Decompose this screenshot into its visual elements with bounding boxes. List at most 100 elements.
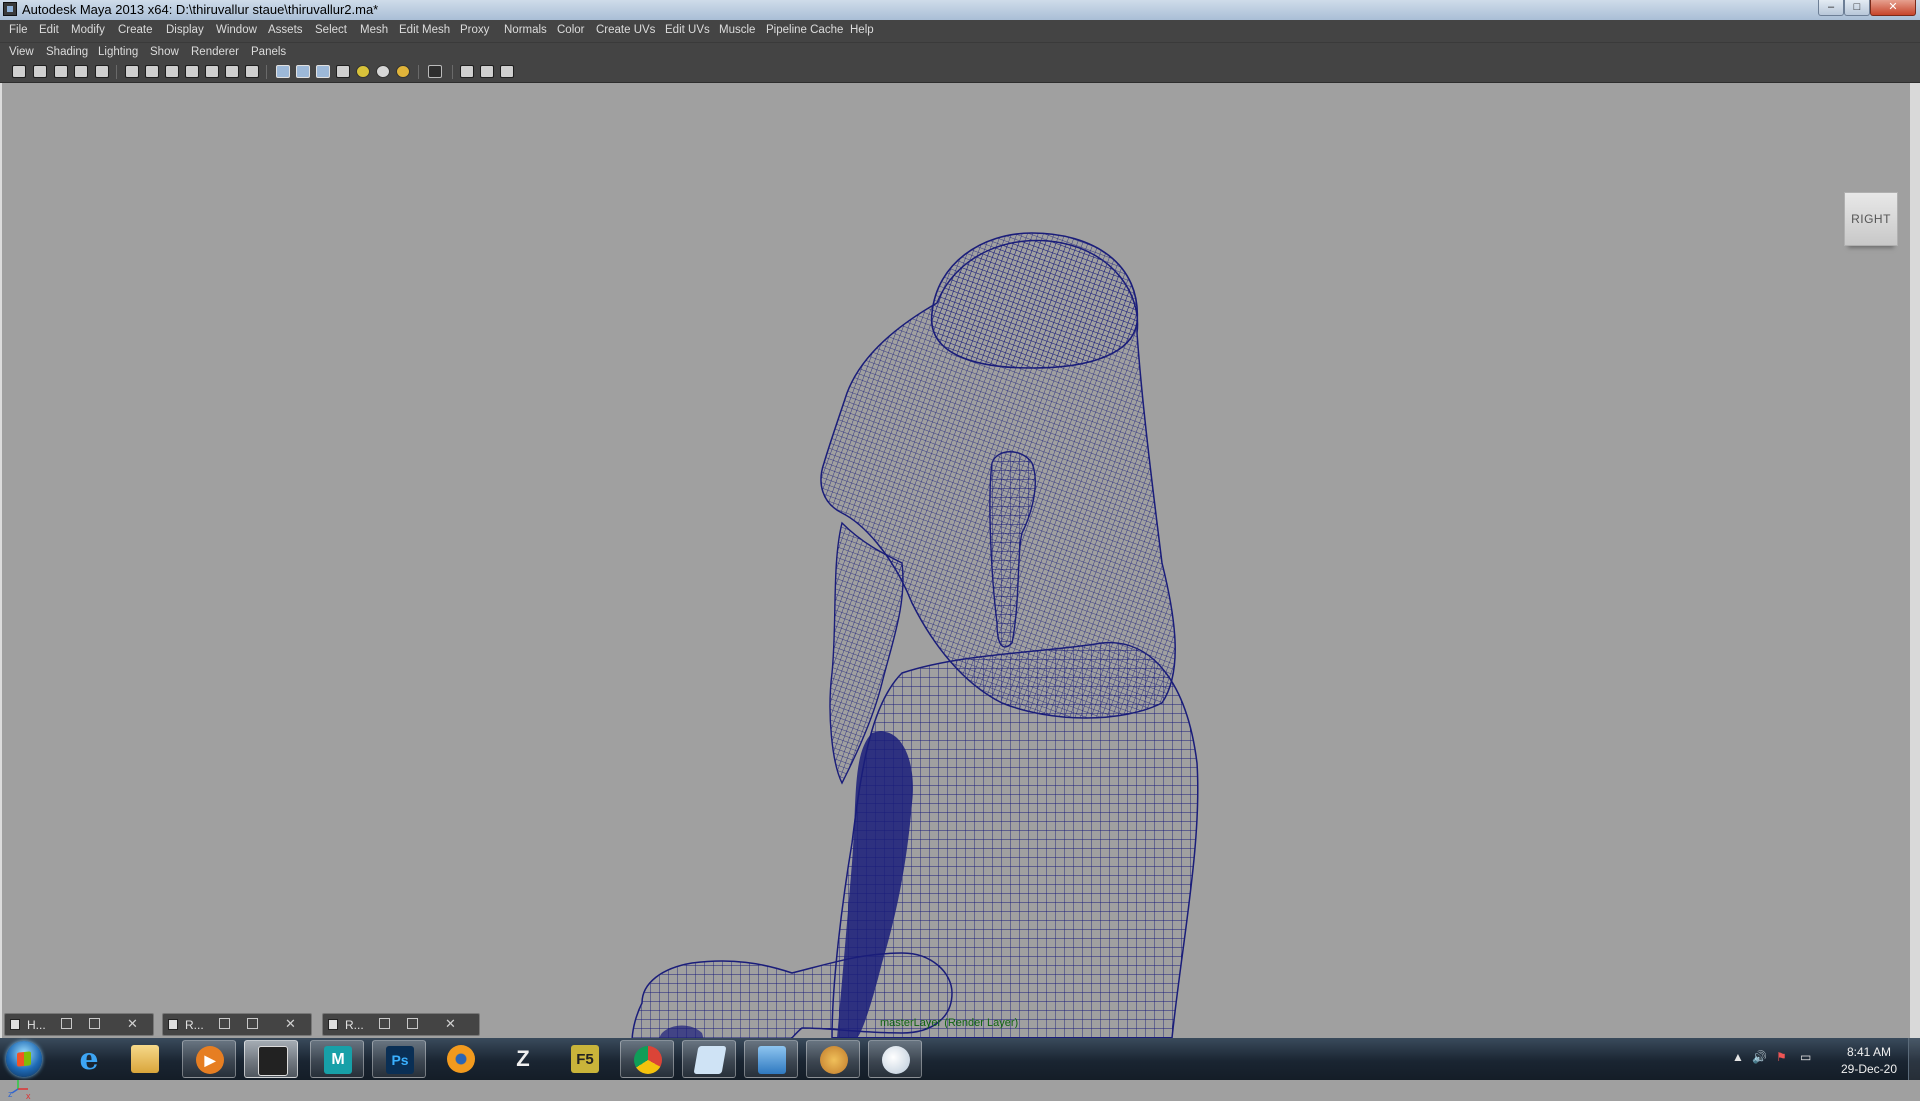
menu-create-uvs[interactable]: Create UVs <box>596 24 655 36</box>
shadows-icon[interactable] <box>396 65 410 78</box>
close-icon[interactable]: ✕ <box>445 1016 456 1032</box>
two-d-pan-zoom-icon[interactable] <box>95 65 109 78</box>
menu-edit[interactable]: Edit <box>39 24 59 36</box>
field-chart-icon[interactable] <box>205 65 219 78</box>
menu-select[interactable]: Select <box>315 24 347 36</box>
bookmark-icon[interactable] <box>54 65 68 78</box>
panel-menu-renderer[interactable]: Renderer <box>191 46 239 58</box>
show-hidden-icons[interactable]: ▲ <box>1732 1050 1744 1064</box>
internet-explorer-icon: e <box>79 1041 99 1077</box>
image-plane-icon[interactable] <box>74 65 88 78</box>
taskbar-photoshop[interactable]: Ps <box>372 1040 426 1078</box>
taskbar-file-explorer[interactable] <box>118 1040 172 1078</box>
panel-menubar: View Shading Lighting Show Renderer Pane… <box>0 42 1920 63</box>
high-quality-icon[interactable] <box>480 65 494 78</box>
isolate-select-icon[interactable] <box>460 65 474 78</box>
clock-date[interactable]: 29-Dec-20 <box>1834 1062 1904 1076</box>
close-icon[interactable]: ✕ <box>127 1016 138 1032</box>
maya-app-icon[interactable] <box>3 2 17 16</box>
close-button[interactable]: ✕ <box>1870 0 1916 16</box>
panel-menu-lighting[interactable]: Lighting <box>98 46 138 58</box>
taskbar-paint[interactable] <box>806 1040 860 1078</box>
panel-menu-view[interactable]: View <box>9 46 34 58</box>
window-icon <box>168 1019 178 1030</box>
share-icon[interactable] <box>500 65 514 78</box>
menu-color[interactable]: Color <box>557 24 584 36</box>
close-icon[interactable]: ✕ <box>285 1016 296 1032</box>
paint-icon <box>820 1046 848 1074</box>
maximize-icon[interactable] <box>407 1018 418 1029</box>
taskbar-maya[interactable]: M <box>310 1040 364 1078</box>
taskbar: e ▶ M Ps Z F5 ▲ 🔊 ⚑ ▭ <box>0 1038 1920 1080</box>
maximize-button[interactable]: □ <box>1844 0 1870 16</box>
minimize-button[interactable]: – <box>1818 0 1844 16</box>
maximize-icon[interactable] <box>247 1018 258 1029</box>
taskbar-zbrush[interactable]: Z <box>496 1040 550 1078</box>
menu-file[interactable]: File <box>9 24 28 36</box>
taskbar-f5[interactable]: F5 <box>558 1040 612 1078</box>
menu-modify[interactable]: Modify <box>71 24 105 36</box>
main-menubar: File Edit Modify Create Display Window A… <box>0 20 1920 42</box>
show-desktop-button[interactable] <box>1908 1038 1920 1080</box>
menu-muscle[interactable]: Muscle <box>719 24 755 36</box>
safe-action-icon[interactable] <box>225 65 239 78</box>
photo-viewer-icon <box>758 1046 786 1074</box>
restore-icon[interactable] <box>219 1018 230 1029</box>
menu-assets[interactable]: Assets <box>268 24 303 36</box>
grid-icon[interactable] <box>125 65 139 78</box>
restore-icon[interactable] <box>61 1018 72 1029</box>
menu-mesh[interactable]: Mesh <box>360 24 388 36</box>
maximize-icon[interactable] <box>89 1018 100 1029</box>
menu-edit-mesh[interactable]: Edit Mesh <box>399 24 450 36</box>
network-icon[interactable]: ▭ <box>1800 1050 1811 1064</box>
minimized-window[interactable]: H... ✕ <box>4 1013 154 1036</box>
minimized-window[interactable]: R... ✕ <box>162 1013 312 1036</box>
taskbar-chrome[interactable] <box>620 1040 674 1078</box>
taskbar-photo-viewer[interactable] <box>744 1040 798 1078</box>
xray-icon[interactable] <box>428 65 442 78</box>
smooth-shade-icon[interactable] <box>296 65 310 78</box>
taskbar-paint-brush[interactable] <box>868 1040 922 1078</box>
restore-icon[interactable] <box>379 1018 390 1029</box>
all-lights-icon[interactable] <box>376 65 390 78</box>
taskbar-notepad[interactable] <box>682 1040 736 1078</box>
menu-normals[interactable]: Normals <box>504 24 547 36</box>
zbrush-icon: Z <box>516 1046 530 1071</box>
menu-pipeline-cache[interactable]: Pipeline Cache <box>766 24 843 36</box>
wireframe-icon[interactable] <box>276 65 290 78</box>
viewport-right-border <box>1910 83 1920 1038</box>
axis-x-label: x <box>26 1091 31 1101</box>
film-gate-icon[interactable] <box>145 65 159 78</box>
menu-edit-uvs[interactable]: Edit UVs <box>665 24 710 36</box>
menu-create[interactable]: Create <box>118 24 153 36</box>
media-player-icon: ▶ <box>196 1046 224 1074</box>
menu-help[interactable]: Help <box>850 24 874 36</box>
clock-time[interactable]: 8:41 AM <box>1842 1045 1896 1059</box>
menu-display[interactable]: Display <box>166 24 204 36</box>
panel-menu-shading[interactable]: Shading <box>46 46 88 58</box>
menu-proxy[interactable]: Proxy <box>460 24 489 36</box>
viewport-3d[interactable]: RIGHT x y z <box>0 83 1920 1101</box>
view-cube[interactable]: RIGHT <box>1844 192 1898 246</box>
minimized-window[interactable]: R... ✕ <box>322 1013 480 1036</box>
panel-menu-show[interactable]: Show <box>150 46 179 58</box>
camera-attributes-icon[interactable] <box>33 65 47 78</box>
panel-toolbar <box>0 62 1920 83</box>
start-button[interactable] <box>6 1041 42 1077</box>
panel-menu-panels[interactable]: Panels <box>251 46 286 58</box>
taskbar-media-player[interactable]: ▶ <box>182 1040 236 1078</box>
default-light-icon[interactable] <box>356 65 370 78</box>
taskbar-inkscape[interactable] <box>244 1040 298 1078</box>
wireframe-on-shaded-icon[interactable] <box>316 65 330 78</box>
safe-title-icon[interactable] <box>245 65 259 78</box>
select-camera-icon[interactable] <box>12 65 26 78</box>
taskbar-blender[interactable] <box>434 1040 488 1078</box>
volume-icon[interactable]: 🔊 <box>1752 1050 1767 1064</box>
taskbar-internet-explorer[interactable]: e <box>62 1040 116 1078</box>
toolbar-separator <box>116 65 117 79</box>
menu-window[interactable]: Window <box>216 24 257 36</box>
action-center-icon[interactable]: ⚑ <box>1776 1050 1787 1064</box>
textured-icon[interactable] <box>336 65 350 78</box>
gate-mask-icon[interactable] <box>185 65 199 78</box>
resolution-gate-icon[interactable] <box>165 65 179 78</box>
